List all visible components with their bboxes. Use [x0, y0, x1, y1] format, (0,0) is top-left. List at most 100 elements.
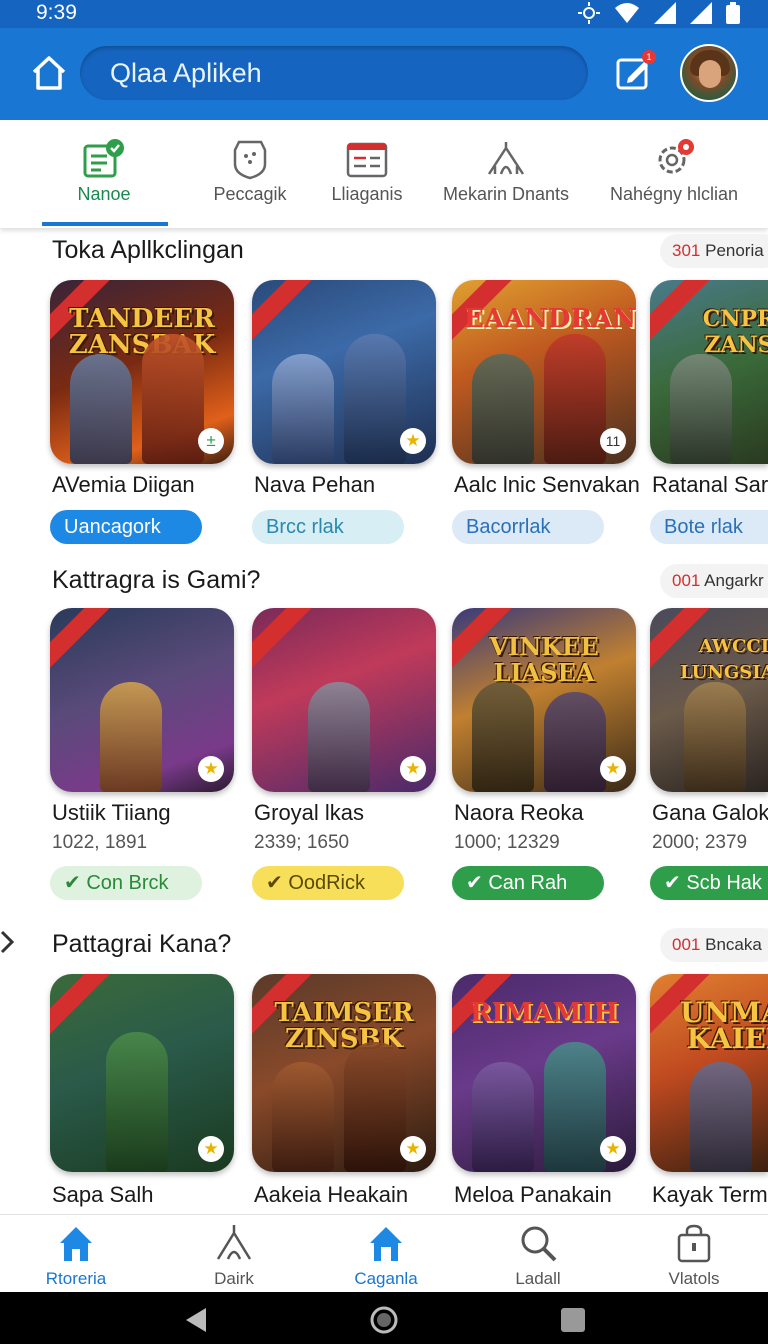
app-thumbnail: CNPR ZANS	[650, 280, 768, 464]
character-figure	[142, 334, 204, 464]
section-see-all[interactable]: 301 Penoria	[660, 234, 768, 268]
tab-nanoe[interactable]: Nanoe	[34, 120, 174, 228]
home-icon	[60, 1227, 92, 1261]
character-figure	[308, 682, 370, 792]
app-name: AVemia Diigan	[52, 472, 195, 497]
nav-rtoreria[interactable]: Rtoreria	[16, 1215, 136, 1293]
tab-lliaganis[interactable]: Lliaganis	[316, 120, 418, 228]
home-outline-icon	[370, 1227, 402, 1261]
star-icon: ★	[600, 1136, 626, 1162]
nav-label: Caganla	[354, 1269, 418, 1288]
star-icon: ★	[198, 756, 224, 782]
action-chip[interactable]: ✔ Can Rah	[452, 866, 604, 900]
avatar[interactable]	[680, 44, 738, 102]
tab-label: Peccagik	[213, 184, 287, 204]
home-circle-icon[interactable]	[370, 1306, 398, 1334]
app-name: Nava Pehan	[254, 472, 376, 497]
app-thumbnail: UNMAY KAIEN	[650, 974, 768, 1172]
app-thumbnail: ★	[252, 280, 436, 464]
shield-dots-icon	[233, 140, 267, 180]
app-stats: 2339; 1650	[254, 832, 350, 853]
action-chip[interactable]: ✔ Scb Hak	[650, 866, 768, 900]
nav-vlatols[interactable]: Vlatols	[634, 1215, 754, 1293]
signal-icon	[654, 2, 676, 24]
list-window-icon	[346, 142, 388, 178]
signal-icon-2	[690, 2, 712, 24]
clipboard-check-icon	[83, 139, 124, 178]
app-name: Aakeia Heakain	[254, 1182, 409, 1207]
section-see-all[interactable]: 001 Angarkr	[660, 564, 768, 598]
app-logo: VINKEE LIASEA	[489, 632, 599, 687]
app-stats: 1022, 1891	[52, 832, 148, 853]
action-chip[interactable]: Bote rlak	[650, 510, 768, 544]
back-icon[interactable]	[184, 1306, 208, 1334]
app-thumbnail: TAIMSER ZINSBK ★	[252, 974, 436, 1172]
app-name: Aalc lnic Senvakan	[454, 472, 640, 497]
search-bar[interactable]: Qlaa Aplikeh	[80, 46, 588, 100]
gear-badge-icon	[658, 139, 694, 174]
home-button[interactable]	[26, 52, 72, 94]
section-title: Pattagrai Kana?	[52, 930, 232, 958]
section-link-text: Bncaka	[705, 935, 762, 954]
action-chip[interactable]: ✔ Con Brck	[50, 866, 202, 900]
chevron-right-icon[interactable]	[0, 928, 16, 956]
section-see-all[interactable]: 001 Bncaka	[660, 928, 768, 962]
nav-dairk[interactable]: Dairk	[174, 1215, 294, 1293]
action-chip[interactable]: Uancagork	[50, 510, 202, 544]
app-logo: EAANDRAN	[464, 304, 636, 334]
app-logo: TAIMSER ZINSBK	[274, 998, 414, 1054]
nav-label: Dairk	[214, 1269, 254, 1288]
tab-peccagik[interactable]: Peccagik	[196, 120, 304, 228]
app-thumbnail: ★	[252, 608, 436, 792]
tab-label: Mekarin Dnants	[442, 184, 570, 204]
section-link-text: Penoria	[705, 241, 764, 260]
nav-label: Vlatols	[668, 1269, 720, 1288]
star-icon: ★	[400, 1136, 426, 1162]
app-thumbnail: ★	[50, 608, 234, 792]
nav-caganla[interactable]: Caganla	[326, 1215, 446, 1293]
app-badge: ±	[198, 428, 224, 454]
character-figure	[544, 334, 606, 464]
app-name: Gana Galoka	[652, 800, 768, 825]
action-chip[interactable]: Bacorrlak	[452, 510, 604, 544]
search-text: Qlaa Aplikeh	[110, 58, 262, 88]
app-thumbnail: VINKEE LIASEA ★	[452, 608, 636, 792]
brightness-icon	[578, 2, 600, 24]
bottom-navigation: Rtoreria Dairk Caganla Ladall Vlatols	[0, 1214, 768, 1292]
category-tabs: Nanoe Peccagik Lliaganis Mekarin Dnants …	[0, 120, 768, 228]
action-chip[interactable]: ✔ OodRick	[252, 866, 404, 900]
app-thumbnail: AWCCI LUNGSIAR	[650, 608, 768, 792]
app-name: Groyal lkas	[254, 800, 365, 825]
tab-nahegny-hlclian[interactable]: Nahégny hlclian	[604, 120, 744, 228]
character-figure	[472, 1062, 534, 1172]
notifications-button[interactable]: 1	[612, 50, 656, 94]
action-chip[interactable]: Brcc rlak	[252, 510, 404, 544]
section-link-text: Angarkr	[704, 571, 764, 590]
tab-mekarin-dnants[interactable]: Mekarin Dnants	[438, 120, 574, 228]
status-time: 9:39	[36, 1, 77, 24]
nav-ladall[interactable]: Ladall	[478, 1215, 598, 1293]
battery-icon	[726, 2, 740, 24]
ribbon	[50, 974, 116, 1039]
character-figure	[272, 354, 334, 464]
recents-icon[interactable]	[560, 1307, 586, 1333]
character-figure	[344, 334, 406, 464]
app-logo: UNMAY KAIEN	[680, 996, 768, 1055]
system-navigation-bar	[0, 1292, 768, 1344]
section-title: Kattragra is Gami?	[52, 566, 261, 594]
star-icon: ★	[400, 756, 426, 782]
app-thumbnail: ★	[50, 974, 234, 1172]
wifi-icon	[615, 3, 639, 23]
app-name: Kayak Terma	[652, 1182, 768, 1207]
section-count: 001	[672, 571, 701, 590]
tab-label: Nanoe	[77, 184, 131, 204]
app-thumbnail: EAANDRAN 11	[452, 280, 636, 464]
character-figure	[100, 682, 162, 792]
app-name: Ratanal Sari	[652, 472, 768, 497]
character-figure	[544, 1042, 606, 1172]
nav-label: Rtoreria	[45, 1269, 107, 1288]
tab-label: Nahégny hlclian	[609, 184, 739, 204]
count-badge: 11	[600, 428, 626, 454]
avatar-face	[699, 60, 721, 88]
character-figure	[690, 1062, 752, 1172]
